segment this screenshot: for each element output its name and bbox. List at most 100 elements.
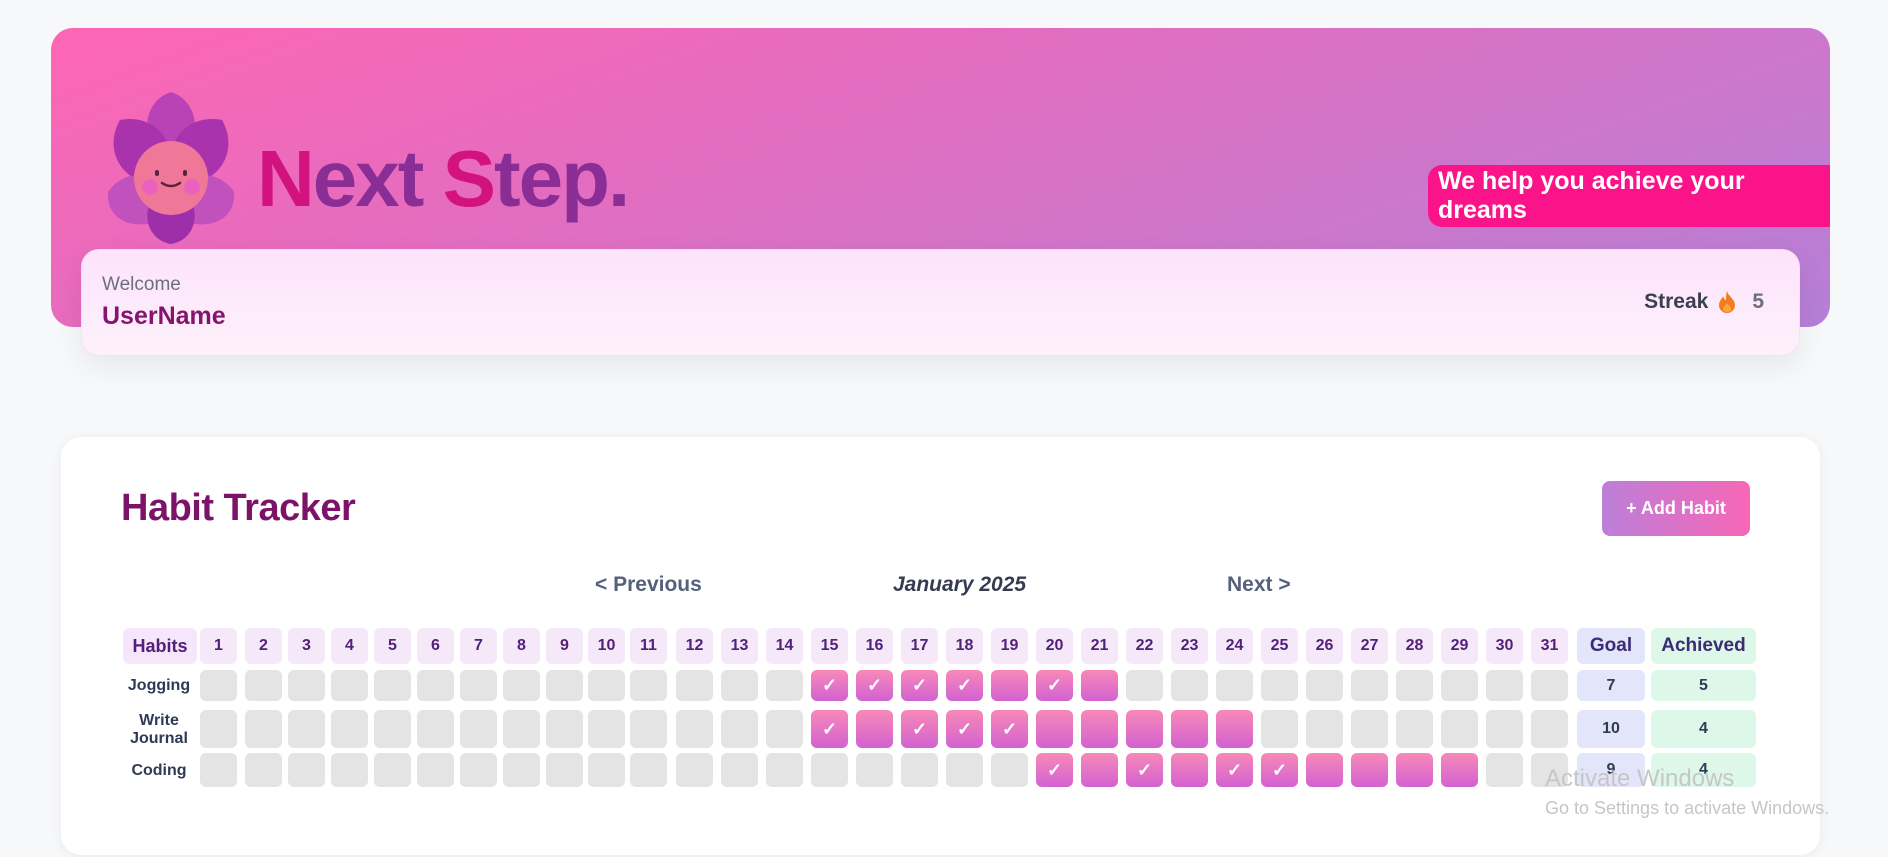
habit-day-cell[interactable]: ✓ [856,670,893,701]
habit-day-cell[interactable] [766,710,803,748]
habit-day-cell[interactable] [1216,710,1253,748]
habit-day-cell[interactable]: ✓ [1126,753,1163,787]
habit-day-cell[interactable] [766,753,803,787]
habit-day-cell[interactable] [1171,753,1208,787]
habit-day-cell[interactable] [856,753,893,787]
habit-day-cell[interactable] [1396,710,1433,748]
habit-day-cell[interactable] [374,670,411,701]
habit-day-cell[interactable] [245,670,282,701]
habit-day-cell[interactable] [460,753,497,787]
habit-day-cell[interactable] [676,710,713,748]
habit-day-cell[interactable] [460,670,497,701]
habit-day-cell[interactable] [288,670,325,701]
habit-day-cell[interactable] [417,670,454,701]
habit-day-cell[interactable]: ✓ [901,670,938,701]
habit-day-cell[interactable] [1261,670,1298,701]
habit-day-cell[interactable] [1081,710,1118,748]
habit-day-cell[interactable] [721,710,758,748]
habit-day-cell[interactable]: ✓ [1036,753,1073,787]
habit-day-cell[interactable] [200,753,237,787]
habit-day-cell[interactable] [630,710,667,748]
habit-day-cell[interactable]: ✓ [946,670,983,701]
habit-day-cell[interactable] [1351,670,1388,701]
habit-day-cell[interactable]: ✓ [811,710,848,748]
habit-day-cell[interactable] [630,753,667,787]
habit-day-cell[interactable] [200,670,237,701]
habit-day-cell[interactable] [1486,670,1523,701]
habit-day-cell[interactable] [721,753,758,787]
habit-day-cell[interactable] [546,753,583,787]
habit-day-cell[interactable] [1036,710,1073,748]
habit-day-cell[interactable] [676,753,713,787]
habit-day-cell[interactable] [991,670,1028,701]
day-header-29: 29 [1441,628,1478,664]
habit-day-cell[interactable] [946,753,983,787]
habit-day-cell[interactable] [1261,710,1298,748]
habit-day-cell[interactable] [1351,753,1388,787]
habit-day-cell[interactable] [766,670,803,701]
habit-day-cell[interactable] [374,710,411,748]
previous-month-button[interactable]: < Previous [595,573,702,597]
habit-day-cell[interactable]: ✓ [1261,753,1298,787]
habit-day-cell[interactable] [331,753,368,787]
habit-day-cell[interactable] [1531,710,1568,748]
habit-day-cell[interactable] [1216,670,1253,701]
habit-day-cell[interactable] [1126,670,1163,701]
habit-day-cell[interactable]: ✓ [1216,753,1253,787]
habit-day-cell[interactable] [546,710,583,748]
habit-day-cell[interactable] [991,753,1028,787]
flower-mascot-icon [107,92,235,244]
habit-day-cell[interactable] [856,710,893,748]
habit-day-cell[interactable] [503,753,540,787]
habit-day-cell[interactable] [288,710,325,748]
habit-day-cell[interactable] [417,710,454,748]
habit-day-cell[interactable] [1306,670,1343,701]
habit-day-cell[interactable] [901,753,938,787]
habit-day-cell[interactable] [503,710,540,748]
habit-day-cell[interactable] [1396,753,1433,787]
habit-day-cell[interactable] [1531,670,1568,701]
habit-day-cell[interactable] [1441,670,1478,701]
habit-day-cell[interactable] [331,710,368,748]
habit-day-cell[interactable] [630,670,667,701]
habit-day-cell[interactable] [1441,710,1478,748]
habit-day-cell[interactable] [200,710,237,748]
habit-day-cell[interactable] [1081,753,1118,787]
habit-day-cell[interactable] [1081,670,1118,701]
habit-day-cell[interactable] [588,670,625,701]
habit-day-cell[interactable]: ✓ [991,710,1028,748]
habit-day-cell[interactable] [374,753,411,787]
habit-day-cell[interactable] [331,670,368,701]
habit-day-cell[interactable] [245,753,282,787]
habit-day-cell[interactable]: ✓ [811,670,848,701]
habit-day-cell[interactable] [676,670,713,701]
day-header-13: 13 [721,628,758,664]
habit-day-cell[interactable] [1486,753,1523,787]
habit-day-cell[interactable] [1126,710,1163,748]
habit-day-cell[interactable] [417,753,454,787]
habit-day-cell[interactable]: ✓ [901,710,938,748]
habit-day-cell[interactable] [546,670,583,701]
habit-day-cell[interactable]: ✓ [946,710,983,748]
habit-day-cell[interactable] [460,710,497,748]
habit-day-cell[interactable] [245,710,282,748]
day-header-10: 10 [588,628,625,664]
day-header-18: 18 [946,628,983,664]
add-habit-button[interactable]: + Add Habit [1602,481,1750,536]
next-month-button[interactable]: Next > [1227,573,1291,597]
habit-day-cell[interactable] [588,710,625,748]
habit-day-cell[interactable] [1396,670,1433,701]
habit-day-cell[interactable] [1306,753,1343,787]
habit-day-cell[interactable] [721,670,758,701]
habit-day-cell[interactable] [1171,710,1208,748]
habit-day-cell[interactable] [1486,710,1523,748]
habit-day-cell[interactable] [588,753,625,787]
habit-day-cell[interactable] [811,753,848,787]
habit-day-cell[interactable] [288,753,325,787]
habit-day-cell[interactable] [1351,710,1388,748]
habit-day-cell[interactable] [1441,753,1478,787]
habit-day-cell[interactable] [1306,710,1343,748]
habit-day-cell[interactable] [503,670,540,701]
habit-day-cell[interactable]: ✓ [1036,670,1073,701]
habit-day-cell[interactable] [1171,670,1208,701]
